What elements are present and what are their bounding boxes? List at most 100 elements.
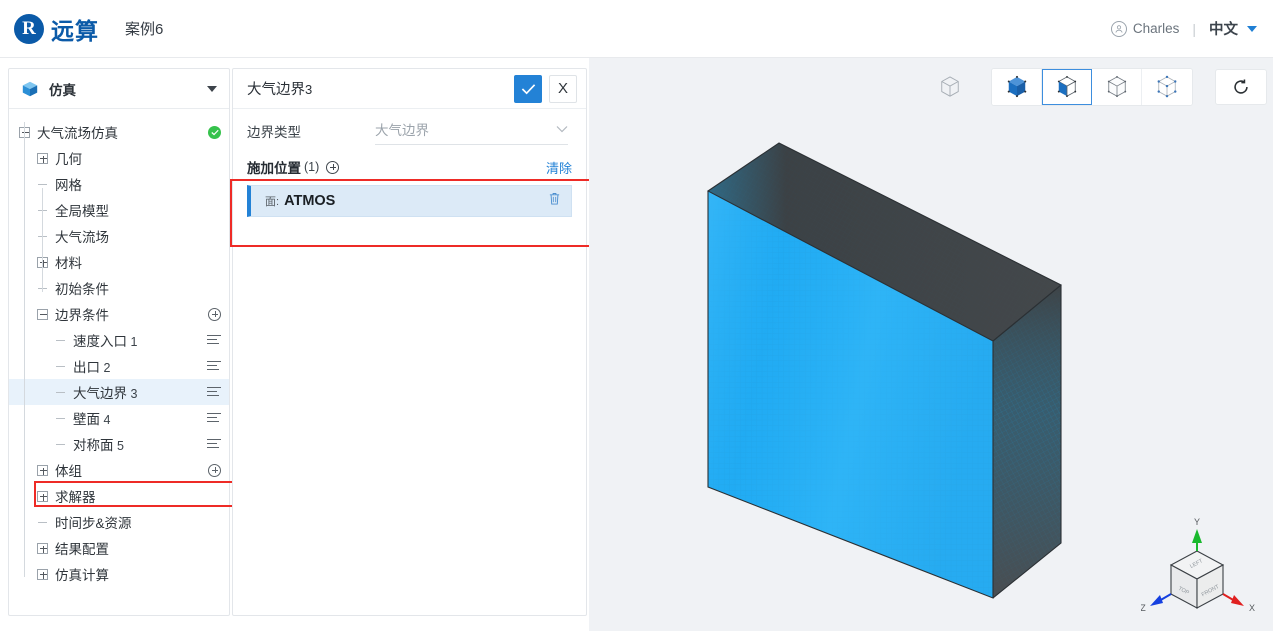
tree-node-0[interactable]: 大气流场仿真 xyxy=(9,119,229,145)
reset-view-icon[interactable] xyxy=(1215,69,1267,105)
boundary-type-label: 边界类型 xyxy=(247,125,301,140)
tree-node-action[interactable] xyxy=(207,438,221,450)
logo-icon: R xyxy=(14,13,44,44)
tree-branch-line xyxy=(55,413,66,424)
apply-location-header: 施加位置 (1) 清除 xyxy=(247,153,572,179)
tree-node-action[interactable] xyxy=(208,307,221,321)
tree-node-10[interactable]: 大气边界 3 xyxy=(9,379,229,405)
node-menu-icon[interactable] xyxy=(207,360,221,372)
tree-node-number: 1 xyxy=(127,335,138,349)
tree-node-label: 速度入口 1 xyxy=(73,334,138,349)
solid-cube-icon[interactable] xyxy=(992,69,1042,105)
item-prefix: 面: xyxy=(265,196,280,208)
panel-title-number: 3 xyxy=(305,82,313,97)
tree-node-17[interactable]: 仿真计算 xyxy=(9,561,229,587)
property-panel: 大气边界3 X 边界类型 大气边界 施加位置 (1) 清除 面: ATMOS xyxy=(230,68,620,616)
boundary-type-value: 大气边界 xyxy=(375,123,429,138)
chevron-down-icon xyxy=(556,122,568,136)
tree-node-action[interactable] xyxy=(208,125,221,139)
plus-circle-icon[interactable] xyxy=(326,160,340,174)
language-selector[interactable]: 中文 xyxy=(1209,18,1257,39)
caret-down-icon xyxy=(1247,25,1257,32)
caret-down-icon[interactable] xyxy=(207,85,217,92)
tree-node-label: 对称面 5 xyxy=(73,438,124,453)
node-menu-icon[interactable] xyxy=(207,386,221,398)
viewport-3d[interactable]: LEFT TOP FRONT Y X Z xyxy=(589,58,1273,631)
node-menu-icon[interactable] xyxy=(207,412,221,424)
tree-node-label: 求解器 xyxy=(55,490,96,505)
tree-node-label: 体组 xyxy=(55,464,82,479)
tree-node-number: 5 xyxy=(113,439,124,453)
tree-branch-line xyxy=(55,361,66,372)
simulation-tree: 大气流场仿真 几何 网格 全局模型 大气流场 材料 初始条件 边界条件 速度入口 1 出口 2 大气… xyxy=(9,109,229,587)
tree-node-label: 结果配置 xyxy=(55,542,109,557)
expand-icon[interactable] xyxy=(37,152,48,164)
tree-node-label: 大气边界 3 xyxy=(73,386,138,401)
sidebar-title: 仿真 xyxy=(49,82,76,98)
axis-x-label: X xyxy=(1249,603,1255,613)
tree-node-15[interactable]: 时间步&资源 xyxy=(9,509,229,535)
tree-node-label: 时间步&资源 xyxy=(55,516,132,531)
axis-x-arrow xyxy=(1231,595,1244,606)
add-icon[interactable] xyxy=(208,463,221,477)
add-icon[interactable] xyxy=(208,307,221,321)
header-divider: | xyxy=(1192,20,1196,37)
status-badge-success xyxy=(208,125,221,139)
list-item[interactable]: 面: ATMOS xyxy=(247,185,572,217)
close-icon: X xyxy=(557,80,568,97)
cancel-button[interactable]: X xyxy=(549,74,577,103)
clear-button[interactable]: 清除 xyxy=(546,158,572,177)
tree-node-action[interactable] xyxy=(207,334,221,346)
outline-cube-icon[interactable] xyxy=(1092,69,1142,105)
expand-icon[interactable] xyxy=(37,542,48,554)
node-menu-icon[interactable] xyxy=(207,438,221,450)
tree-node-7[interactable]: 边界条件 xyxy=(9,301,229,327)
collapse-icon[interactable] xyxy=(37,308,48,320)
tree-node-label: 壁面 4 xyxy=(73,412,111,427)
tree-node-1[interactable]: 几何 xyxy=(9,145,229,171)
confirm-button[interactable] xyxy=(514,74,542,103)
solid-edges-cube-icon[interactable] xyxy=(1042,69,1092,105)
wireframe-cube-icon[interactable] xyxy=(931,68,969,106)
app-root: R 远算 案例6 Charles | 中文 仿真 大气流场仿真 几何 网格 全局… xyxy=(0,0,1273,631)
tree-branch-line xyxy=(55,335,66,346)
expand-icon[interactable] xyxy=(37,568,48,580)
points-cube-icon[interactable] xyxy=(1142,69,1192,105)
tree-node-11[interactable]: 壁面 4 xyxy=(9,405,229,431)
tree-branch-line xyxy=(55,387,66,398)
tree-node-13[interactable]: 体组 xyxy=(9,457,229,483)
boundary-type-select[interactable]: 大气边界 xyxy=(375,117,568,145)
tree-node-12[interactable]: 对称面 5 xyxy=(9,431,229,457)
sidebar: 仿真 大气流场仿真 几何 网格 全局模型 大气流场 材料 初始条件 边界条件 速度入口 1 出口 … xyxy=(8,68,239,616)
tree-node-action[interactable] xyxy=(207,386,221,398)
tree-node-number: 2 xyxy=(100,361,111,375)
expand-icon[interactable] xyxy=(37,490,48,502)
tree-node-action[interactable] xyxy=(207,412,221,424)
sidebar-header[interactable]: 仿真 xyxy=(9,69,229,109)
boundary-type-row: 边界类型 大气边界 xyxy=(233,109,586,153)
tree-node-8[interactable]: 速度入口 1 xyxy=(9,327,229,353)
display-mode-group xyxy=(991,68,1193,106)
expand-icon[interactable] xyxy=(37,464,48,476)
tree-node-number: 3 xyxy=(127,387,138,401)
project-title: 案例6 xyxy=(125,21,164,38)
user-circle-icon xyxy=(1110,20,1127,37)
axis-orientation-widget[interactable]: LEFT TOP FRONT Y X Z xyxy=(1141,513,1261,623)
tree-node-action[interactable] xyxy=(208,463,221,477)
user-menu[interactable]: Charles xyxy=(1110,20,1179,37)
tree-node-16[interactable]: 结果配置 xyxy=(9,535,229,561)
tree-branch-line xyxy=(55,439,66,450)
tree-node-14[interactable]: 求解器 xyxy=(9,483,229,509)
trash-icon[interactable] xyxy=(548,191,561,211)
axis-y-arrow xyxy=(1192,529,1202,543)
tree-node-label: 边界条件 xyxy=(55,308,109,323)
tree-node-label: 几何 xyxy=(55,152,82,167)
viewport-toolbar xyxy=(931,68,1267,106)
tree-node-action[interactable] xyxy=(207,360,221,372)
brand[interactable]: R 远算 xyxy=(0,12,99,46)
tree-node-9[interactable]: 出口 2 xyxy=(9,353,229,379)
logo-glyph: R xyxy=(22,18,36,39)
logo-text: 远算 xyxy=(51,17,99,44)
node-menu-icon[interactable] xyxy=(207,334,221,346)
panel-header: 大气边界3 X xyxy=(233,69,586,109)
